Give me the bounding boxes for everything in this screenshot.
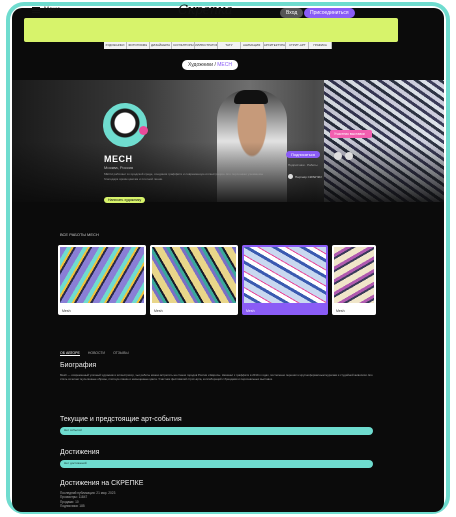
works-section-title: ВСЕ РАБОТЫ МЕСН <box>60 232 99 237</box>
partner-label: Партнёр СКРЕПКИ <box>295 174 322 179</box>
artist-location: Москва, Россия <box>104 165 133 170</box>
breadcrumb-parent[interactable]: Художники <box>188 62 213 68</box>
artist-stats: Подписчики · Работы <box>288 163 318 167</box>
partner-icon <box>288 174 293 179</box>
profile-tabs: ОБ АВТОРЕ НОВОСТИ ОТЗЫВЫ <box>60 351 129 356</box>
work-caption: Mesh <box>336 309 345 313</box>
work-caption: Mesh <box>62 309 71 313</box>
events-title: Текущие и предстоящие арт-события <box>60 416 182 423</box>
work-image <box>60 247 144 303</box>
work-image <box>334 247 374 303</box>
category-link[interactable]: АРХИТЕКТУРА <box>264 42 287 49</box>
category-link[interactable]: АНИМАЦИЯ <box>241 42 264 49</box>
breadcrumb: Художники / МЕСН <box>182 60 238 70</box>
more-icon[interactable] <box>345 152 353 160</box>
achievement-line: Подписчики: 185 <box>60 503 85 508</box>
follow-button[interactable]: Подписаться <box>286 151 320 158</box>
category-link[interactable]: ГРАФИКА <box>309 42 332 49</box>
category-link[interactable]: ДИЗАЙНЕРЫ <box>150 42 173 49</box>
events-pill: Нет событий <box>60 427 373 435</box>
site-logo[interactable]: Скрепка <box>178 3 233 18</box>
artist-avatar <box>103 103 147 147</box>
tab-about[interactable]: ОБ АВТОРЕ <box>60 351 80 356</box>
achievements-title: Достижения <box>60 449 100 456</box>
menu-button[interactable]: Меню <box>32 7 60 13</box>
work-card[interactable]: Mesh <box>58 245 146 315</box>
events-pill-text: Нет событий <box>64 428 82 432</box>
category-link[interactable]: ХУДОЖНИКИ <box>104 42 127 49</box>
artist-hat <box>234 90 268 104</box>
join-button[interactable]: Присоединиться <box>304 8 355 18</box>
category-link[interactable]: СТРИТ-АРТ <box>286 42 310 49</box>
share-icon[interactable] <box>334 152 342 160</box>
work-card-selected[interactable]: Mesh <box>242 245 328 315</box>
work-card[interactable]: Mesh <box>332 245 376 315</box>
category-link[interactable]: ФОТОГРАФЫ <box>127 42 150 49</box>
tab-reviews[interactable]: ОТЗЫВЫ <box>113 351 128 356</box>
write-artist-button[interactable]: Написать художнику <box>104 197 146 203</box>
tab-news[interactable]: НОВОСТИ <box>88 351 105 356</box>
biography-title: Биография <box>60 362 97 369</box>
hamburger-icon <box>32 7 40 13</box>
category-link[interactable]: ТАТУ <box>218 42 241 49</box>
skrepka-achievements-title: Достижения на СКРЕПКЕ <box>60 480 144 487</box>
promo-tag: Участник выставки <box>330 130 372 138</box>
achievements-pill-text: Нет достижений <box>64 461 87 465</box>
menu-label: Меню <box>44 7 61 13</box>
top-navigation-bar <box>24 18 398 42</box>
work-image <box>244 247 326 303</box>
biography-text: Меsh — современный уличный художник и ил… <box>60 373 373 382</box>
category-link[interactable]: СКУЛЬПТОРЫ <box>172 42 196 49</box>
work-caption: Mesh <box>246 309 255 313</box>
category-strip: ХУДОЖНИКИ ФОТОГРАФЫ ДИЗАЙНЕРЫ СКУЛЬПТОРЫ… <box>104 42 332 49</box>
verified-badge-icon <box>139 126 148 135</box>
skrepka-achievements-list: Последний публикация: 21 мар. 2023 Просм… <box>60 491 115 508</box>
work-card[interactable]: Mesh <box>150 245 238 315</box>
achievements-pill: Нет достижений <box>60 460 373 468</box>
category-link[interactable]: ИЛЛЮСТРАТОРЫ <box>195 42 218 49</box>
artist-short-bio: МЕСН работает в городской среде, соединя… <box>104 172 264 181</box>
profile-hero-banner <box>12 80 444 202</box>
breadcrumb-current: МЕСН <box>217 62 232 68</box>
partner-badge: Партнёр СКРЕПКИ <box>288 174 322 179</box>
artist-name: МЕСН <box>104 154 133 164</box>
login-button[interactable]: Вход <box>280 8 304 18</box>
work-image <box>152 247 236 303</box>
work-caption: Mesh <box>154 309 163 313</box>
